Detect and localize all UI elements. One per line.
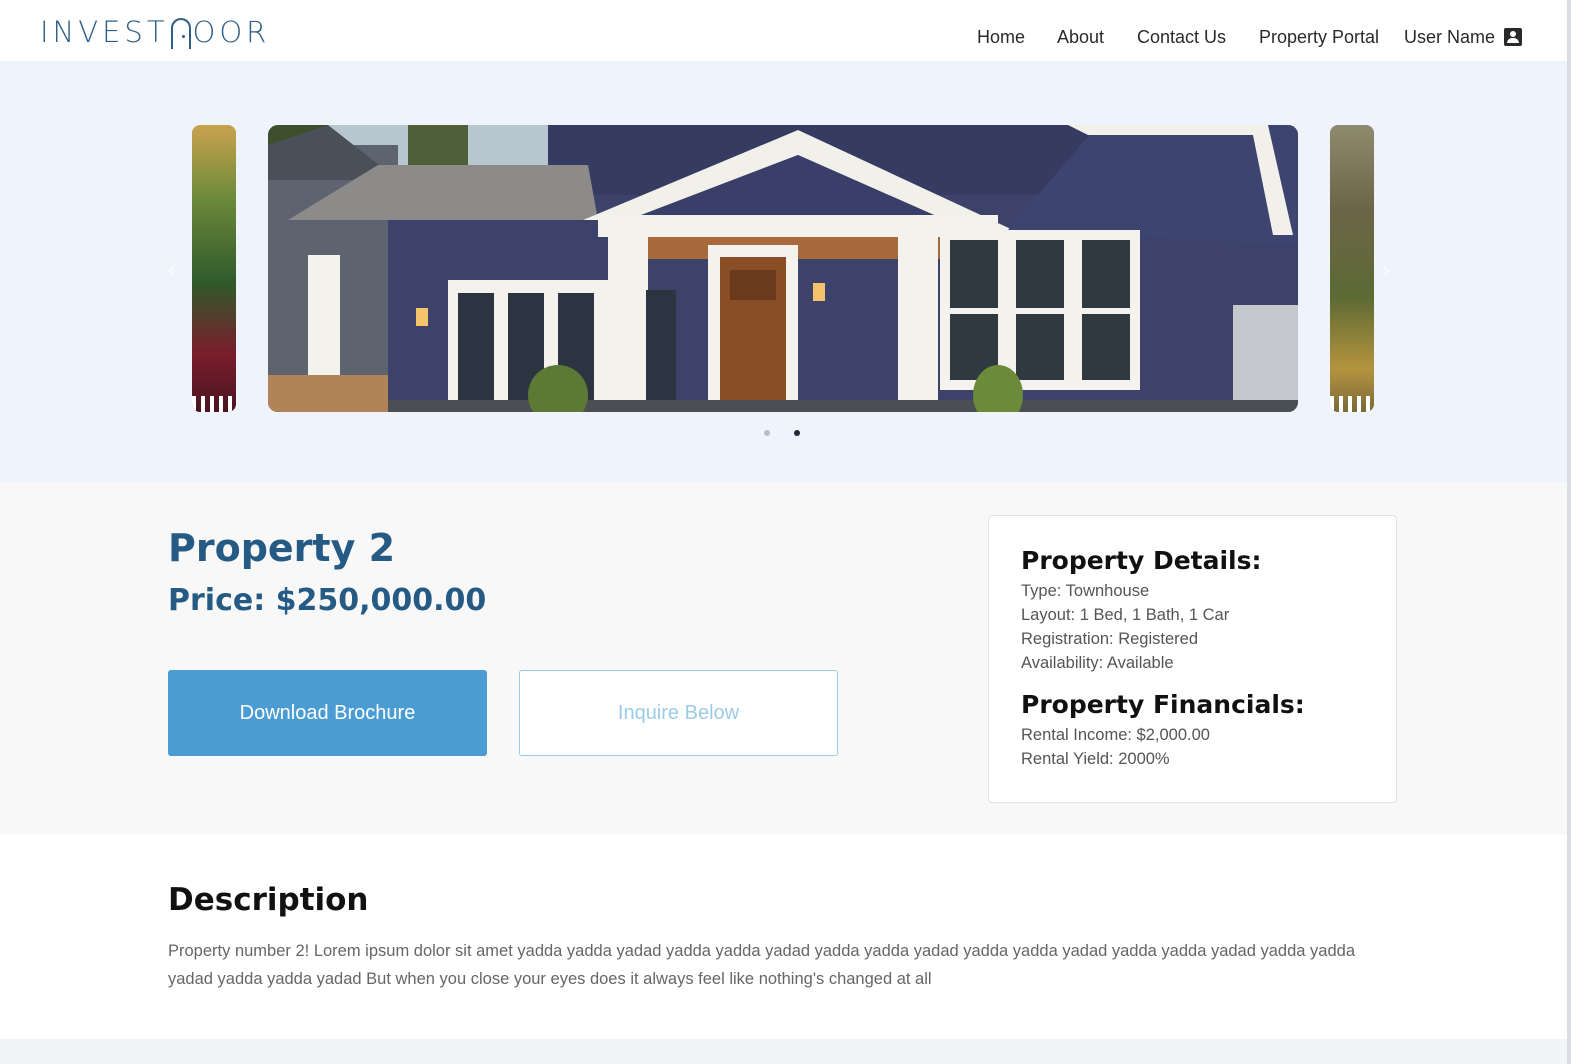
property-title: Property 2 xyxy=(168,526,396,570)
carousel-prev-slide-image[interactable] xyxy=(192,125,236,412)
carousel-next-slide-image[interactable] xyxy=(1330,125,1374,412)
property-price: Price: $250,000.00 xyxy=(168,583,487,618)
carousel-dot-2-active[interactable] xyxy=(794,430,800,436)
description-text: Property number 2! Lorem ipsum dolor sit… xyxy=(168,942,1355,988)
detail-availability: Availability: Available xyxy=(1021,654,1174,672)
description-heading: Description xyxy=(168,882,369,918)
nav-contact-link[interactable]: Contact Us xyxy=(1137,27,1226,48)
scrollbar[interactable] xyxy=(1567,0,1571,1064)
detail-registration: Registration: Registered xyxy=(1021,630,1199,648)
investdoor-logo[interactable]: INVEST OOR xyxy=(40,14,270,50)
download-brochure-button[interactable]: Download Brochure xyxy=(168,670,487,756)
financial-rental-yield: Rental Yield: 2000% xyxy=(1021,750,1170,768)
detail-layout: Layout: 1 Bed, 1 Bath, 1 Car xyxy=(1021,606,1230,624)
footer-strip xyxy=(0,1039,1567,1064)
description-section: Description Property number 2! Lorem ips… xyxy=(0,835,1567,1039)
nav-property-portal-link[interactable]: Property Portal xyxy=(1259,27,1379,48)
property-financials-heading: Property Financials: xyxy=(1021,690,1305,719)
user-account-icon[interactable] xyxy=(1504,28,1522,46)
carousel-dot-1[interactable] xyxy=(764,430,770,436)
fence-detail xyxy=(1330,396,1374,412)
nav-about-link[interactable]: About xyxy=(1057,27,1104,48)
carousel-current-slide-image xyxy=(268,125,1298,412)
fence-detail xyxy=(192,396,236,412)
carousel-prev-arrow-icon[interactable]: ‹ xyxy=(168,257,175,283)
image-carousel: ‹ › xyxy=(0,61,1567,482)
top-navbar: INVEST OOR Home About Contact Us Propert… xyxy=(0,0,1567,61)
property-details-heading: Property Details: xyxy=(1021,546,1262,575)
property-summary-section: Property 2 Price: $250,000.00 Download B… xyxy=(0,482,1567,835)
logo-text-prefix: INVEST xyxy=(40,15,169,49)
logo-text-suffix: OOR xyxy=(192,15,271,49)
nav-home-link[interactable]: Home xyxy=(977,27,1025,48)
inquire-below-button[interactable]: Inquire Below xyxy=(519,670,838,756)
carousel-next-arrow-icon[interactable]: › xyxy=(1382,257,1389,283)
detail-type: Type: Townhouse xyxy=(1021,582,1150,600)
door-icon xyxy=(170,17,191,49)
user-name-link[interactable]: User Name xyxy=(1404,27,1495,48)
house-photo xyxy=(268,125,1298,412)
property-details-card: Property Details: Type: Townhouse Layout… xyxy=(988,515,1397,803)
financial-rental-income: Rental Income: $2,000.00 xyxy=(1021,726,1210,744)
